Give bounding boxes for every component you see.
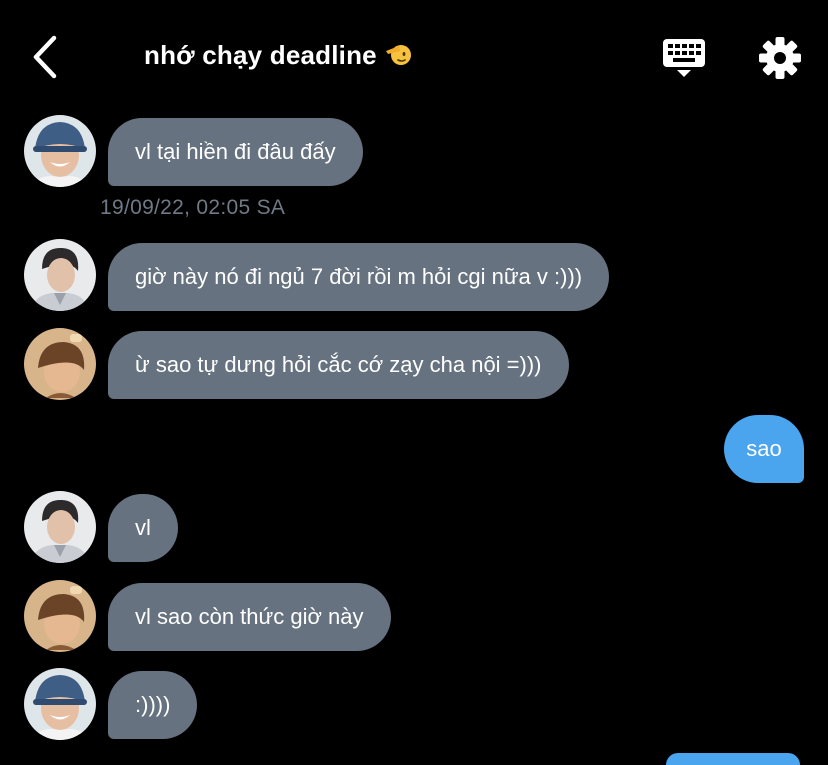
message-bubble[interactable]: ừ sao tự dưng hỏi cắc cớ zạy cha nội =))…	[108, 331, 569, 399]
message-bubble[interactable]: giờ này nó đi ngủ 7 đời rồi m hỏi cgi nữ…	[108, 243, 610, 311]
message-text: ừ sao tự dưng hỏi cắc cớ zạy cha nội =))…	[135, 352, 542, 377]
message-text: vl tại hiền đi đâu đấy	[135, 139, 336, 164]
message-text: sao	[746, 436, 782, 461]
avatar[interactable]	[24, 668, 96, 740]
message-bubble[interactable]: vl tại hiền đi đâu đấy	[108, 118, 363, 186]
chat-title-text: nhớ chạy deadline	[144, 40, 377, 70]
message-bubble[interactable]: :))))	[108, 671, 198, 739]
message-bubble-outgoing-partial[interactable]	[666, 753, 800, 765]
message-text: vl	[135, 515, 151, 540]
message-text: vl sao còn thức giờ này	[135, 604, 364, 629]
message-bubble[interactable]: vl sao còn thức giờ này	[108, 583, 391, 651]
keyboard-icon	[663, 39, 705, 77]
settings-button[interactable]	[758, 36, 802, 80]
keyboard-button[interactable]	[661, 36, 707, 80]
avatar[interactable]	[24, 328, 96, 400]
gear-icon	[759, 37, 801, 79]
avatar[interactable]	[24, 239, 96, 311]
chat-title: nhớ chạy deadline	[144, 40, 413, 73]
avatar[interactable]	[24, 115, 96, 187]
message-timestamp: 19/09/22, 02:05 SA	[100, 196, 286, 219]
message-text: giờ này nó đi ngủ 7 đời rồi m hỏi cgi nữ…	[135, 264, 583, 289]
message-text: :))))	[135, 692, 171, 717]
chevron-left-icon	[33, 35, 57, 79]
avatar[interactable]	[24, 491, 96, 563]
chat-header: nhớ chạy deadline	[0, 0, 828, 112]
back-button[interactable]	[28, 34, 64, 80]
avatar[interactable]	[24, 580, 96, 652]
message-bubble[interactable]: vl	[108, 494, 178, 562]
saluting-face-emoji-icon	[385, 42, 413, 73]
message-bubble-outgoing[interactable]: sao	[724, 415, 804, 483]
